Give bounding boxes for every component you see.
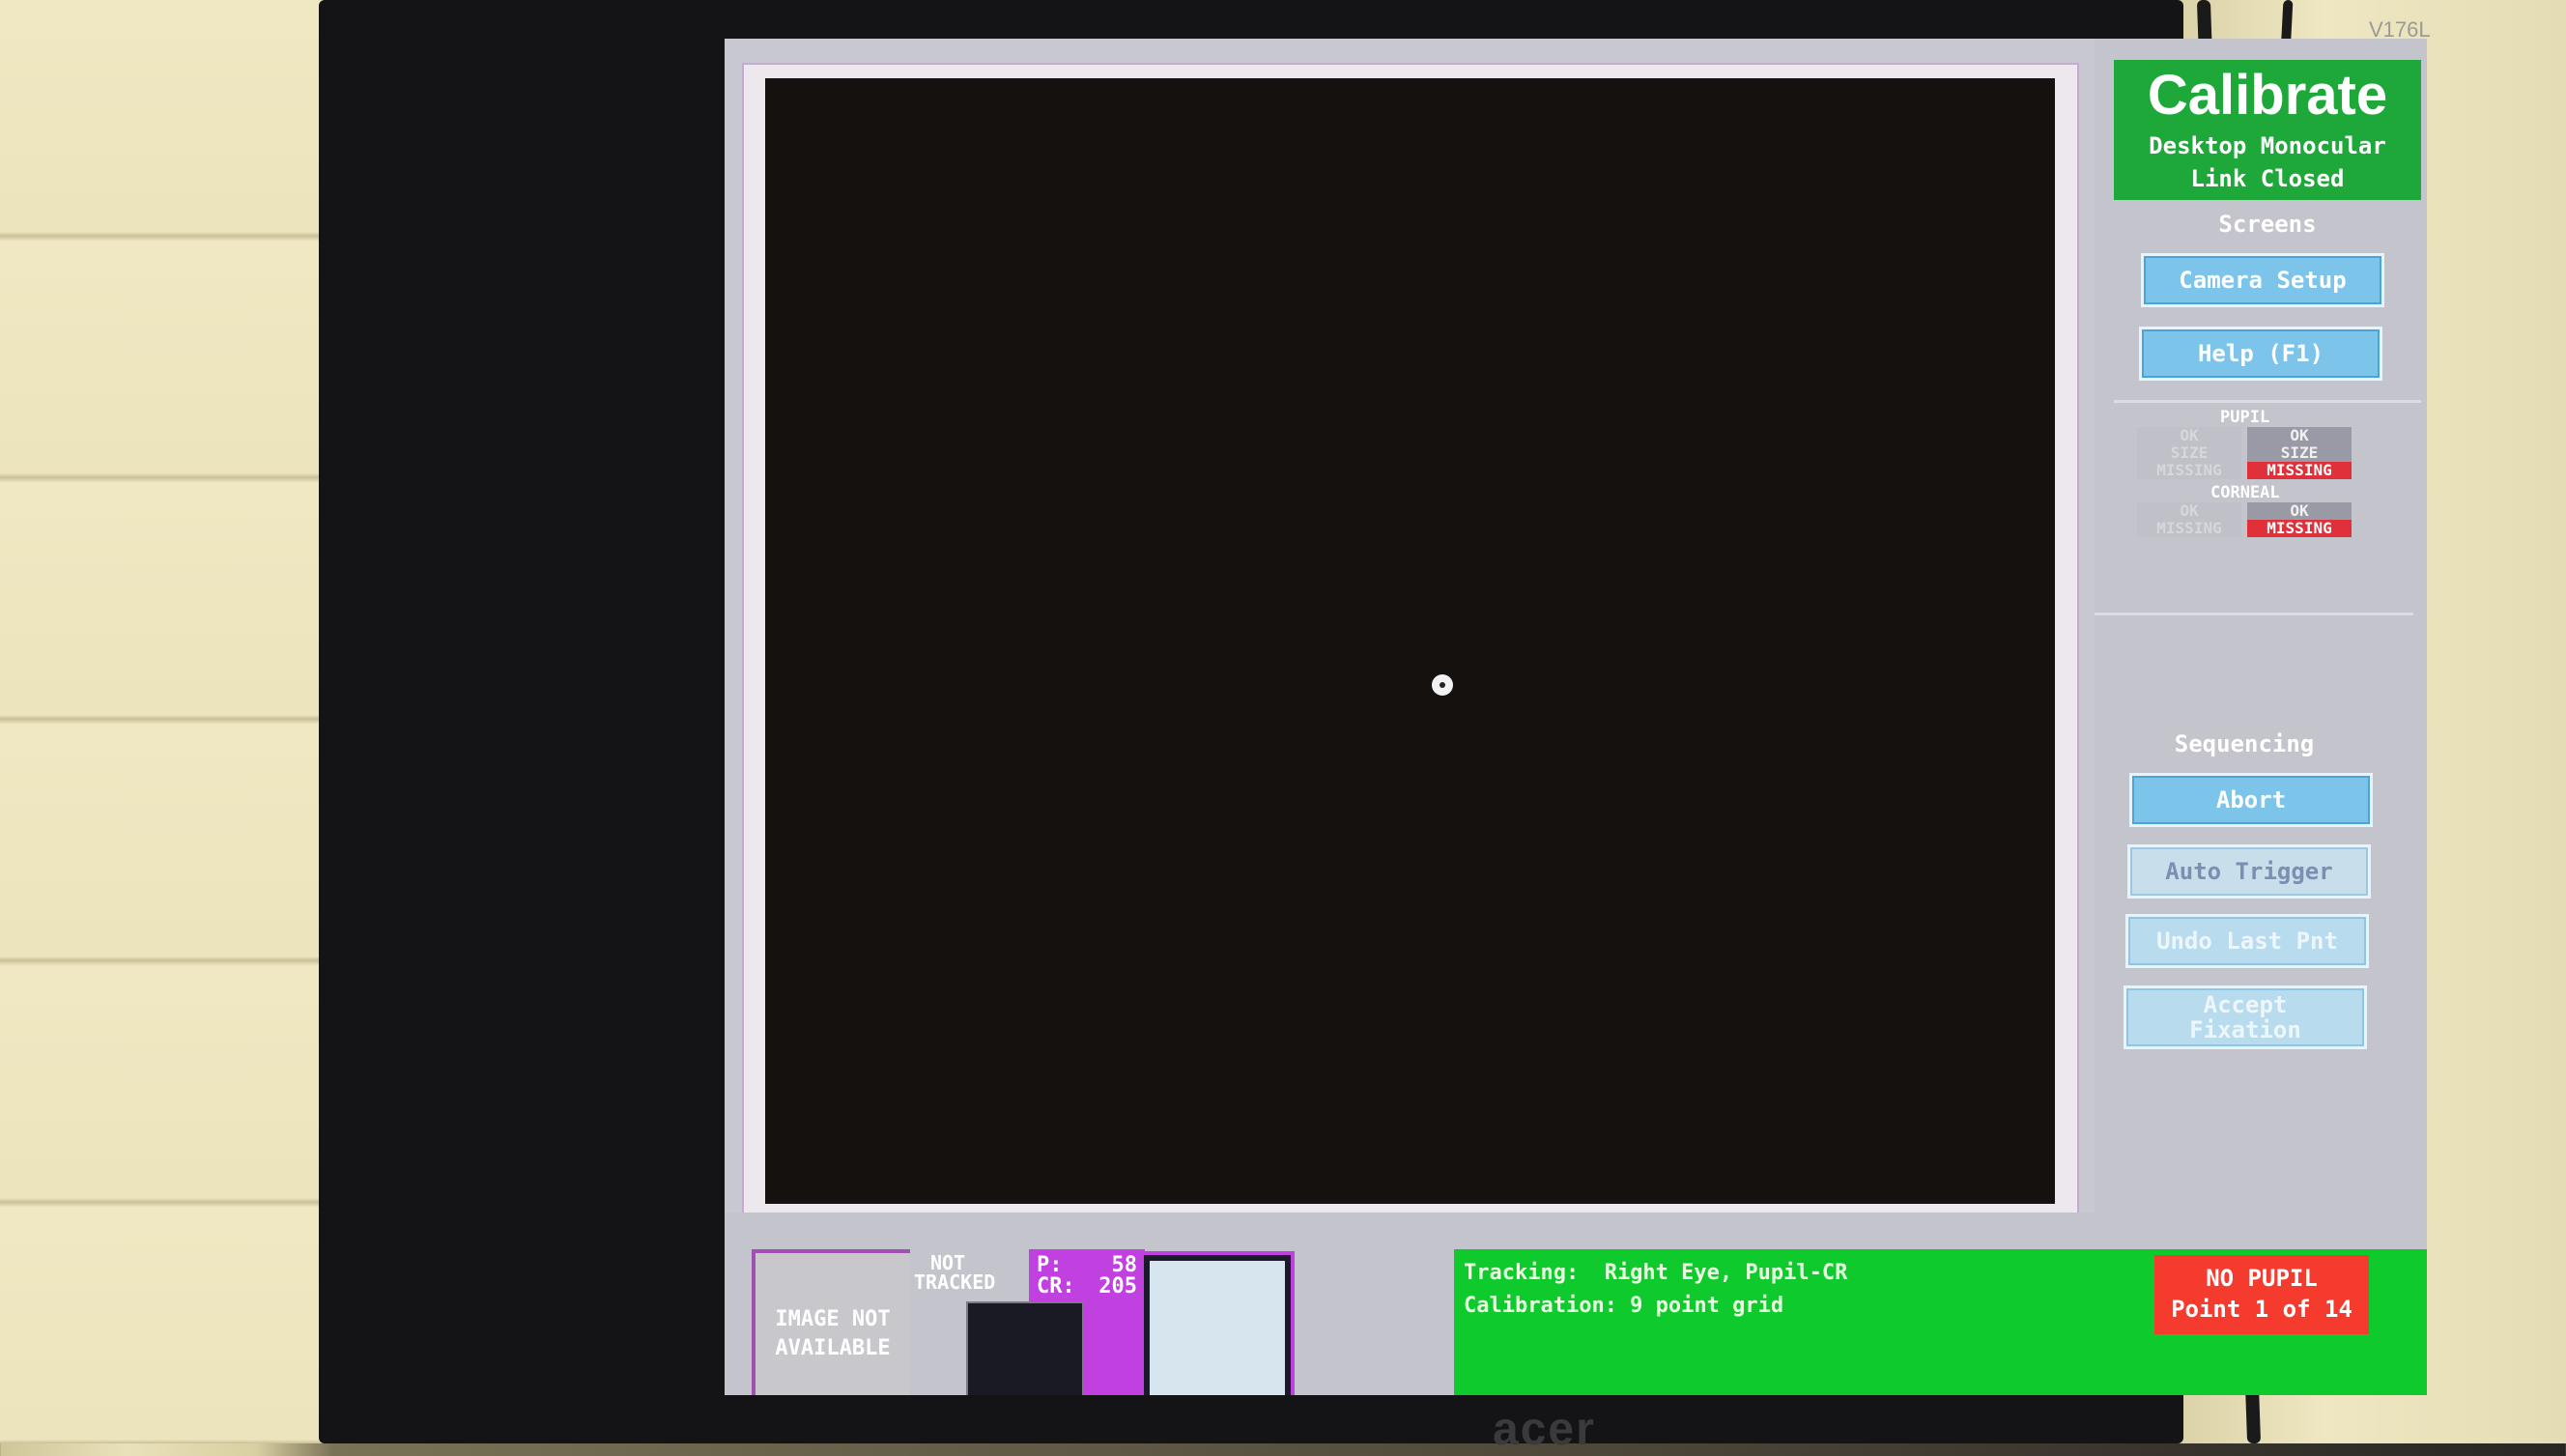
pupil-status-left: OK SIZE MISSING bbox=[2137, 427, 2241, 479]
camera-image-placeholder: IMAGE NOT AVAILABLE bbox=[752, 1249, 910, 1395]
calibration-progress: Point 1 of 14 bbox=[2171, 1296, 2352, 1323]
corneal-left-ok: OK bbox=[2180, 501, 2199, 520]
accept-fixation-button[interactable]: Accept Fixation bbox=[2124, 985, 2367, 1049]
image-na-line1: IMAGE NOT bbox=[775, 1307, 891, 1331]
pupil-status-right: OK SIZE MISSING bbox=[2247, 427, 2352, 479]
monitor-brand-logo: acer bbox=[1493, 1404, 1596, 1455]
tracking-alert: NO PUPIL Point 1 of 14 bbox=[2154, 1255, 2369, 1334]
background-wall-left bbox=[0, 0, 328, 1443]
camera-setup-button[interactable]: Camera Setup bbox=[2141, 253, 2384, 307]
pupil-right-size: SIZE bbox=[2280, 443, 2319, 462]
divider bbox=[2095, 613, 2413, 615]
sequencing-label: Sequencing bbox=[2174, 730, 2315, 757]
tracking-info-text: Tracking: Right Eye, Pupil-CR Calibratio… bbox=[1464, 1257, 1847, 1323]
pupil-left-ok: OK bbox=[2180, 426, 2199, 444]
corneal-left-missing: MISSING bbox=[2156, 519, 2222, 537]
cr-threshold-value: 205 bbox=[1098, 1274, 1137, 1299]
tracker-mode: Desktop Monocular bbox=[2149, 132, 2386, 159]
pupil-right-missing: MISSING bbox=[2247, 462, 2352, 479]
auto-trigger-button[interactable]: Auto Trigger bbox=[2127, 844, 2371, 899]
pupil-right-ok: OK bbox=[2290, 426, 2309, 444]
page-title: Calibrate bbox=[2147, 64, 2388, 127]
calibration-display[interactable] bbox=[765, 78, 2055, 1204]
corneal-right-missing: MISSING bbox=[2247, 520, 2352, 537]
image-na-line2: AVAILABLE bbox=[775, 1336, 891, 1360]
pupil-label: PUPIL bbox=[2220, 408, 2270, 427]
corneal-status-right: OK MISSING bbox=[2247, 502, 2352, 537]
eye-thumbnail-inner bbox=[1150, 1261, 1285, 1395]
pupil-threshold-value: 58 bbox=[1111, 1253, 1138, 1277]
tracking-mode-text: Tracking: Right Eye, Pupil-CR bbox=[1464, 1261, 1848, 1285]
accept-fixation-label-line1: Accept bbox=[2203, 991, 2288, 1018]
screens-label: Screens bbox=[2218, 211, 2317, 238]
bottom-status-bar: IMAGE NOT AVAILABLE NOT TRACKED P: 58 CR… bbox=[725, 1213, 2427, 1395]
pupil-left-size: SIZE bbox=[2170, 443, 2209, 462]
calibration-target-icon bbox=[1432, 674, 1453, 696]
eye-thumbnail-light bbox=[1140, 1251, 1295, 1395]
link-status: Link Closed bbox=[2190, 165, 2345, 192]
alert-message: NO PUPIL bbox=[2206, 1265, 2318, 1292]
divider bbox=[2114, 400, 2421, 403]
not-tracked-line1: NOT bbox=[929, 1251, 966, 1274]
pupil-left-missing: MISSING bbox=[2156, 461, 2222, 479]
control-panel: Calibrate Desktop Monocular Link Closed … bbox=[2095, 39, 2427, 1217]
calibration-type-text: Calibration: 9 point grid bbox=[1464, 1294, 1784, 1318]
undo-last-point-button[interactable]: Undo Last Pnt bbox=[2125, 914, 2369, 968]
cr-threshold-label: CR: bbox=[1037, 1274, 1075, 1299]
monitor-bezel: V176L Calibrate Desktop Monocular Link C… bbox=[319, 0, 2431, 1455]
abort-button[interactable]: Abort bbox=[2129, 773, 2373, 827]
eye-thumbnail-dark bbox=[966, 1301, 1084, 1395]
corneal-right-ok: OK bbox=[2290, 501, 2309, 520]
tracking-state: NOT TRACKED bbox=[914, 1251, 996, 1294]
stimulus-frame bbox=[742, 63, 2079, 1226]
corneal-status-left: OK MISSING bbox=[2137, 502, 2241, 537]
panel-header: Calibrate Desktop Monocular Link Closed bbox=[2114, 60, 2421, 200]
corneal-label: CORNEAL bbox=[2210, 483, 2280, 502]
monitor-screen: Calibrate Desktop Monocular Link Closed … bbox=[725, 39, 2427, 1395]
not-tracked-line2: TRACKED bbox=[914, 1270, 996, 1294]
help-button[interactable]: Help (F1) bbox=[2139, 327, 2382, 381]
accept-fixation-label-line2: Fixation bbox=[2189, 1016, 2301, 1043]
pupil-threshold-label: P: bbox=[1037, 1253, 1063, 1277]
